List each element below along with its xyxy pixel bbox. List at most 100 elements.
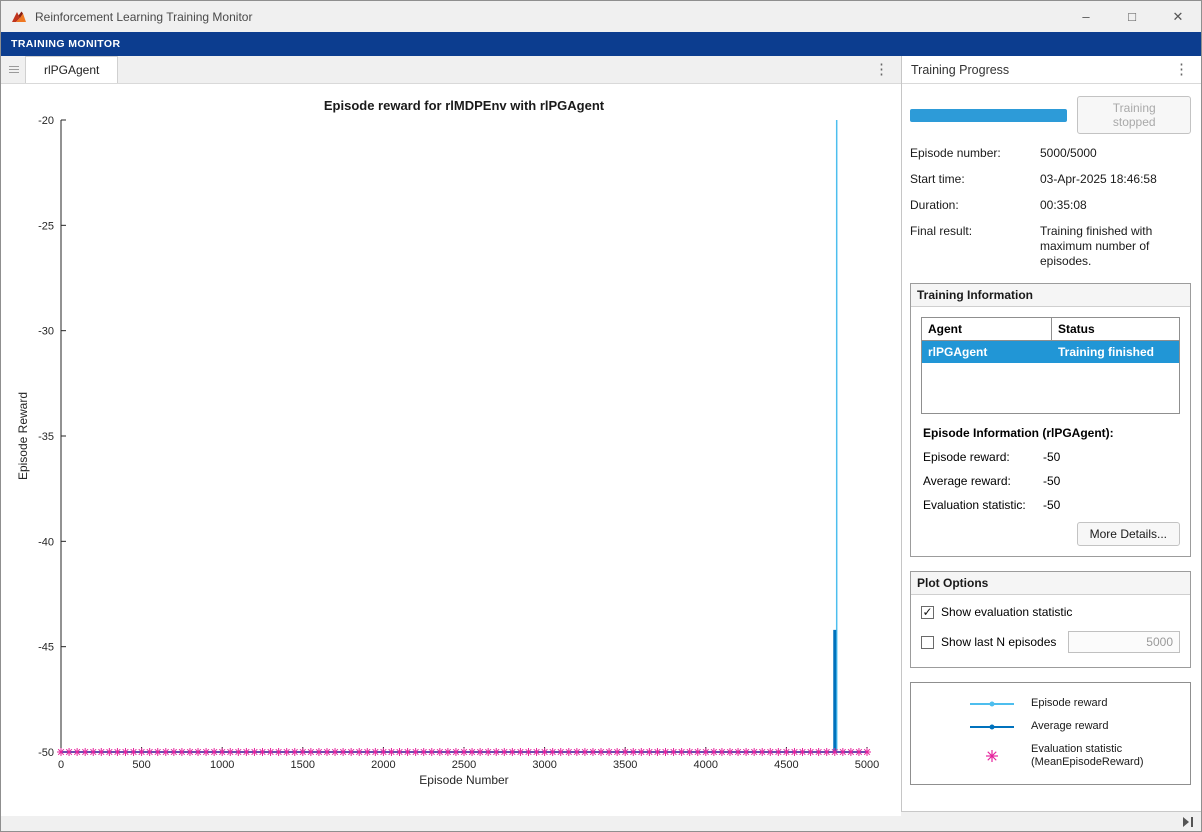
column-header-agent: Agent bbox=[922, 318, 1052, 341]
stat-row: Episode reward: -50 bbox=[921, 450, 1180, 464]
svg-text:3500: 3500 bbox=[613, 759, 637, 771]
show-eval-label: Show evaluation statistic bbox=[941, 605, 1073, 619]
duration-value: 00:35:08 bbox=[1040, 198, 1087, 212]
svg-text:-50: -50 bbox=[38, 747, 54, 759]
svg-text:-25: -25 bbox=[38, 220, 54, 232]
tabstrip-grip-icon[interactable] bbox=[9, 66, 19, 67]
average-reward-line-icon bbox=[961, 724, 1023, 730]
svg-text:Episode Number: Episode Number bbox=[419, 773, 508, 787]
progress-fill bbox=[910, 108, 1068, 122]
episode-number-value: 5000/5000 bbox=[1040, 146, 1097, 160]
svg-text:-20: -20 bbox=[38, 115, 54, 127]
ribbon: TRAINING MONITOR bbox=[1, 32, 1201, 56]
matlab-app-icon bbox=[12, 11, 26, 22]
agent-status-table: Agent Status rlPGAgent Training finished bbox=[921, 317, 1180, 414]
legend-item: Episode reward bbox=[961, 697, 1182, 711]
training-progress-bar bbox=[910, 108, 1068, 122]
average-reward-value: -50 bbox=[1043, 474, 1061, 488]
evaluation-statistic-asterisk-icon bbox=[961, 747, 1023, 765]
svg-text:Episode Reward: Episode Reward bbox=[16, 392, 30, 480]
stat-label: Average reward: bbox=[923, 474, 1011, 488]
svg-text:5000: 5000 bbox=[855, 759, 879, 771]
field-label: Start time: bbox=[910, 172, 965, 186]
svg-text:3000: 3000 bbox=[532, 759, 556, 771]
evaluation-statistic-value: -50 bbox=[1043, 498, 1061, 512]
show-last-n-label: Show last N episodes bbox=[941, 635, 1057, 649]
window-controls: – □ ✕ bbox=[1063, 1, 1201, 32]
svg-text:1500: 1500 bbox=[291, 759, 315, 771]
show-eval-checkbox[interactable]: ✓ bbox=[921, 605, 934, 619]
episode-reward-value: -50 bbox=[1043, 450, 1061, 464]
plot-options-group: Plot Options ✓ Show evaluation statistic… bbox=[910, 571, 1191, 668]
table-header-row: Agent Status bbox=[922, 318, 1179, 341]
legend-label: Episode reward bbox=[1031, 697, 1108, 709]
ribbon-tab-training-monitor[interactable]: TRAINING MONITOR bbox=[11, 38, 120, 50]
tab-rlpgagent[interactable]: rlPGAgent bbox=[25, 56, 119, 83]
stat-label: Episode reward: bbox=[923, 450, 1010, 464]
document-menu-kebab-icon[interactable]: ⋮ bbox=[862, 62, 901, 77]
training-information-group: Training Information Agent Status rlPGAg… bbox=[910, 283, 1191, 557]
panel-menu-kebab-icon[interactable]: ⋮ bbox=[1162, 62, 1201, 77]
stat-row: Evaluation statistic: -50 bbox=[921, 498, 1180, 512]
panel-header: Training Progress ⋮ bbox=[902, 56, 1201, 84]
panel-body: Training stopped Episode number: 5000/50… bbox=[902, 84, 1201, 811]
show-last-n-row: Show last N episodes bbox=[921, 631, 1180, 653]
panel-title: Training Progress bbox=[911, 62, 1010, 77]
table-row[interactable]: rlPGAgent Training finished bbox=[922, 341, 1179, 363]
titlebar: Reinforcement Learning Training Monitor … bbox=[1, 1, 1201, 32]
field-label: Final result: bbox=[910, 224, 973, 238]
training-progress-panel: Training Progress ⋮ Training stopped Epi… bbox=[902, 56, 1201, 811]
main-area: rlPGAgent ⋮ Episode reward for rlMDPEnv … bbox=[1, 56, 1201, 816]
episode-information-title: Episode Information (rlPGAgent): bbox=[923, 426, 1114, 440]
svg-text:-35: -35 bbox=[38, 431, 54, 443]
legend-item: Evaluation statistic (MeanEpisodeReward) bbox=[961, 743, 1182, 771]
tab-label: rlPGAgent bbox=[44, 63, 100, 77]
legend-label: Evaluation statistic (MeanEpisodeReward) bbox=[1031, 742, 1144, 769]
legend-item: Average reward bbox=[961, 720, 1182, 734]
svg-text:1000: 1000 bbox=[210, 759, 234, 771]
legend-label: Average reward bbox=[1031, 719, 1109, 732]
show-last-n-checkbox[interactable] bbox=[921, 635, 934, 649]
episode-reward-line-icon bbox=[961, 701, 1023, 707]
agent-cell: rlPGAgent bbox=[928, 345, 988, 359]
field-label: Episode number: bbox=[910, 146, 1001, 160]
start-time-value: 03-Apr-2025 18:46:58 bbox=[1040, 172, 1157, 186]
column-header-status: Status bbox=[1052, 318, 1179, 341]
training-information-title: Training Information bbox=[911, 284, 1190, 307]
more-details-button[interactable]: More Details... bbox=[1076, 522, 1180, 546]
svg-text:500: 500 bbox=[132, 759, 150, 771]
svg-text:2500: 2500 bbox=[452, 759, 476, 771]
training-stopped-button: Training stopped bbox=[1077, 96, 1191, 134]
show-eval-row: ✓ Show evaluation statistic bbox=[921, 605, 1180, 619]
svg-text:2000: 2000 bbox=[371, 759, 395, 771]
minimize-icon[interactable]: – bbox=[1063, 1, 1109, 32]
maximize-icon[interactable]: □ bbox=[1109, 1, 1155, 32]
svg-text:-45: -45 bbox=[38, 642, 54, 654]
progress-row: Training stopped bbox=[910, 96, 1191, 134]
svg-text:4000: 4000 bbox=[694, 759, 718, 771]
plot-options-title: Plot Options bbox=[911, 572, 1190, 595]
document-area: rlPGAgent ⋮ Episode reward for rlMDPEnv … bbox=[1, 56, 902, 816]
episode-reward-chart: Episode reward for rlMDPEnv with rlPGAge… bbox=[1, 84, 901, 816]
svg-text:4500: 4500 bbox=[774, 759, 798, 771]
svg-text:-30: -30 bbox=[38, 326, 54, 338]
svg-text:-40: -40 bbox=[38, 536, 54, 548]
stat-label: Evaluation statistic: bbox=[923, 498, 1026, 512]
document-tabstrip: rlPGAgent ⋮ bbox=[1, 56, 901, 84]
final-result-value: Training finished with maximum number of… bbox=[1040, 224, 1153, 268]
episode-reward-plot: Episode reward for rlMDPEnv with rlPGAge… bbox=[16, 98, 879, 787]
last-n-episodes-input bbox=[1068, 631, 1180, 653]
window-title: Reinforcement Learning Training Monitor bbox=[35, 9, 253, 24]
legend: Episode reward Average reward Evaluation… bbox=[910, 682, 1191, 785]
summary-fields: Episode number: 5000/5000 Start time: 03… bbox=[910, 146, 1191, 269]
svg-text:Episode reward for rlMDPEnv wi: Episode reward for rlMDPEnv with rlPGAge… bbox=[324, 98, 605, 113]
app-window: Reinforcement Learning Training Monitor … bbox=[0, 0, 1202, 832]
table-empty-area bbox=[922, 363, 1179, 413]
close-icon[interactable]: ✕ bbox=[1155, 1, 1201, 32]
svg-text:0: 0 bbox=[58, 759, 64, 771]
expand-panel-icon[interactable] bbox=[1183, 816, 1195, 827]
status-cell: Training finished bbox=[1058, 345, 1155, 359]
training-information-body: Agent Status rlPGAgent Training finished… bbox=[911, 307, 1190, 556]
stat-row: Average reward: -50 bbox=[921, 474, 1180, 488]
plot-options-body: ✓ Show evaluation statistic Show last N … bbox=[911, 595, 1190, 667]
